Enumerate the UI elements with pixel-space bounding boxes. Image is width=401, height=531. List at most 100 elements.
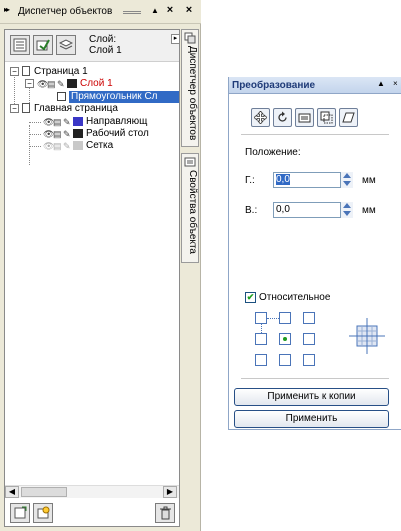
current-layer-label: Слой: Слой 1 xyxy=(89,34,122,56)
collapse-arrow-icon[interactable]: ▲ xyxy=(377,79,385,88)
spin-up-icon[interactable] xyxy=(343,173,351,178)
menu-arrow-icon[interactable]: ▲ xyxy=(149,6,161,15)
anchor-bottom-center[interactable] xyxy=(279,354,291,366)
collapse-icon[interactable]: − xyxy=(25,79,34,88)
object-manager-toolbar: Слой: Слой 1 ▸ xyxy=(5,30,180,62)
apply-to-copy-button[interactable]: Применить к копии xyxy=(234,388,389,406)
anchor-bottom-right[interactable] xyxy=(303,354,315,366)
horizontal-input[interactable]: 0,0 xyxy=(273,172,341,188)
separator xyxy=(241,378,389,379)
layer-caption: Слой: xyxy=(89,34,117,45)
trash-icon xyxy=(160,506,171,520)
spin-down-icon[interactable] xyxy=(343,181,351,186)
printer-icon[interactable]: ▤ xyxy=(53,140,62,152)
anchor-middle-right[interactable] xyxy=(303,333,315,345)
tree-item-label: Слой 1 xyxy=(80,78,113,89)
tab-label: Диспетчер объектов xyxy=(187,46,198,141)
anchor-middle-left[interactable] xyxy=(255,333,267,345)
object-manager-panel: Слой: Слой 1 ▸ − Страница 1 − 👁 ▤ ✎ Слой… xyxy=(4,29,180,527)
vertical-input[interactable]: 0,0 xyxy=(273,202,341,218)
object-tree: − Страница 1 − 👁 ▤ ✎ Слой 1 Прямоугольни… xyxy=(5,63,179,483)
position-mode-button[interactable] xyxy=(251,108,270,127)
anchor-preview-icon xyxy=(349,318,385,354)
transform-titlebar: Преобразование ▲ × xyxy=(229,77,401,94)
layer-manager-view-button[interactable] xyxy=(56,35,76,55)
tree-connector xyxy=(29,125,30,165)
expand-arrows-icon[interactable]: ▸▸ xyxy=(4,5,10,14)
size-mode-button[interactable] xyxy=(317,108,336,127)
vertical-unit: мм xyxy=(362,205,376,216)
horizontal-label: Г.: xyxy=(245,175,255,186)
collapse-icon[interactable]: − xyxy=(10,67,19,76)
printer-icon[interactable]: ▤ xyxy=(53,128,62,140)
scroll-right-icon[interactable]: ▶ xyxy=(163,486,177,498)
object-manager-tab-icon xyxy=(184,32,196,44)
skew-icon xyxy=(342,112,355,123)
horizontal-spinner[interactable] xyxy=(341,172,353,188)
docker-close-icon[interactable]: × xyxy=(183,4,195,16)
layer-view-icon xyxy=(59,39,73,50)
tab-object-properties[interactable]: Свойства объекта xyxy=(181,153,199,263)
show-properties-button[interactable] xyxy=(10,35,30,55)
anchor-center[interactable] xyxy=(279,333,291,345)
tree-connector xyxy=(29,122,41,123)
tree-item-label: Прямоугольник Сл xyxy=(69,91,179,103)
object-manager-titlebar: ▸▸ Диспетчер объектов ▲ × × xyxy=(0,0,201,24)
vertical-input-value: 0,0 xyxy=(276,204,290,215)
vertical-label: В.: xyxy=(245,205,258,216)
layer-color-swatch xyxy=(73,141,83,150)
pencil-icon[interactable]: ✎ xyxy=(63,116,71,128)
anchor-connector xyxy=(267,318,279,319)
tree-connector xyxy=(29,146,41,147)
move-icon xyxy=(254,111,267,124)
layer-color-swatch xyxy=(67,79,77,88)
vertical-spinner[interactable] xyxy=(341,202,353,218)
edit-across-layers-button[interactable] xyxy=(33,35,53,55)
pencil-icon[interactable]: ✎ xyxy=(63,128,71,140)
drag-handle[interactable] xyxy=(123,11,141,14)
object-manager-docker: ▸▸ Диспетчер объектов ▲ × × Слой: Слой 1… xyxy=(0,0,201,531)
printer-icon[interactable]: ▤ xyxy=(53,116,62,128)
object-manager-bottombar xyxy=(5,500,179,526)
horizontal-input-value: 0,0 xyxy=(276,174,290,185)
layer-color-swatch xyxy=(73,117,83,126)
relative-label: Относительное xyxy=(259,292,331,303)
spin-up-icon[interactable] xyxy=(343,203,351,208)
anchor-connector xyxy=(261,324,262,333)
anchor-top-left[interactable] xyxy=(255,312,267,324)
apply-button[interactable]: Применить xyxy=(234,410,389,428)
anchor-bottom-left[interactable] xyxy=(255,354,267,366)
horizontal-scrollbar[interactable]: ◀ ▶ xyxy=(5,485,179,498)
close-icon[interactable]: × xyxy=(393,79,398,88)
collapse-icon[interactable]: − xyxy=(10,104,19,113)
anchor-top-center[interactable] xyxy=(279,312,291,324)
tree-item-label: Страница 1 xyxy=(34,66,88,77)
layer-name: Слой 1 xyxy=(89,45,122,56)
new-master-layer-button[interactable] xyxy=(33,503,53,523)
tree-connector xyxy=(29,134,41,135)
skew-mode-button[interactable] xyxy=(339,108,358,127)
rotate-mode-button[interactable] xyxy=(273,108,292,127)
horizontal-unit: мм xyxy=(362,175,376,186)
new-layer-button[interactable] xyxy=(10,503,30,523)
page-icon xyxy=(22,103,30,113)
printer-icon[interactable]: ▤ xyxy=(47,78,56,90)
scroll-thumb[interactable] xyxy=(21,487,67,497)
anchor-top-right[interactable] xyxy=(303,312,315,324)
delete-button[interactable] xyxy=(155,503,175,523)
scale-mirror-mode-button[interactable] xyxy=(295,108,314,127)
scroll-left-icon[interactable]: ◀ xyxy=(5,486,19,498)
close-icon[interactable]: × xyxy=(164,4,176,16)
anchor-grid xyxy=(255,312,325,368)
properties-icon xyxy=(13,38,27,52)
pencil-icon[interactable]: ✎ xyxy=(63,140,71,152)
tab-label: Свойства объекта xyxy=(187,170,198,254)
position-label: Положение: xyxy=(245,147,301,158)
new-layer-icon xyxy=(14,506,27,519)
relative-checkbox[interactable]: ✔ xyxy=(245,292,256,303)
rotate-icon xyxy=(278,111,287,122)
pencil-icon[interactable]: ✎ xyxy=(57,78,65,90)
tab-object-manager[interactable]: Диспетчер объектов xyxy=(181,29,199,147)
spin-down-icon[interactable] xyxy=(343,211,351,216)
layer-flyout-arrow-icon[interactable]: ▸ xyxy=(171,34,180,44)
